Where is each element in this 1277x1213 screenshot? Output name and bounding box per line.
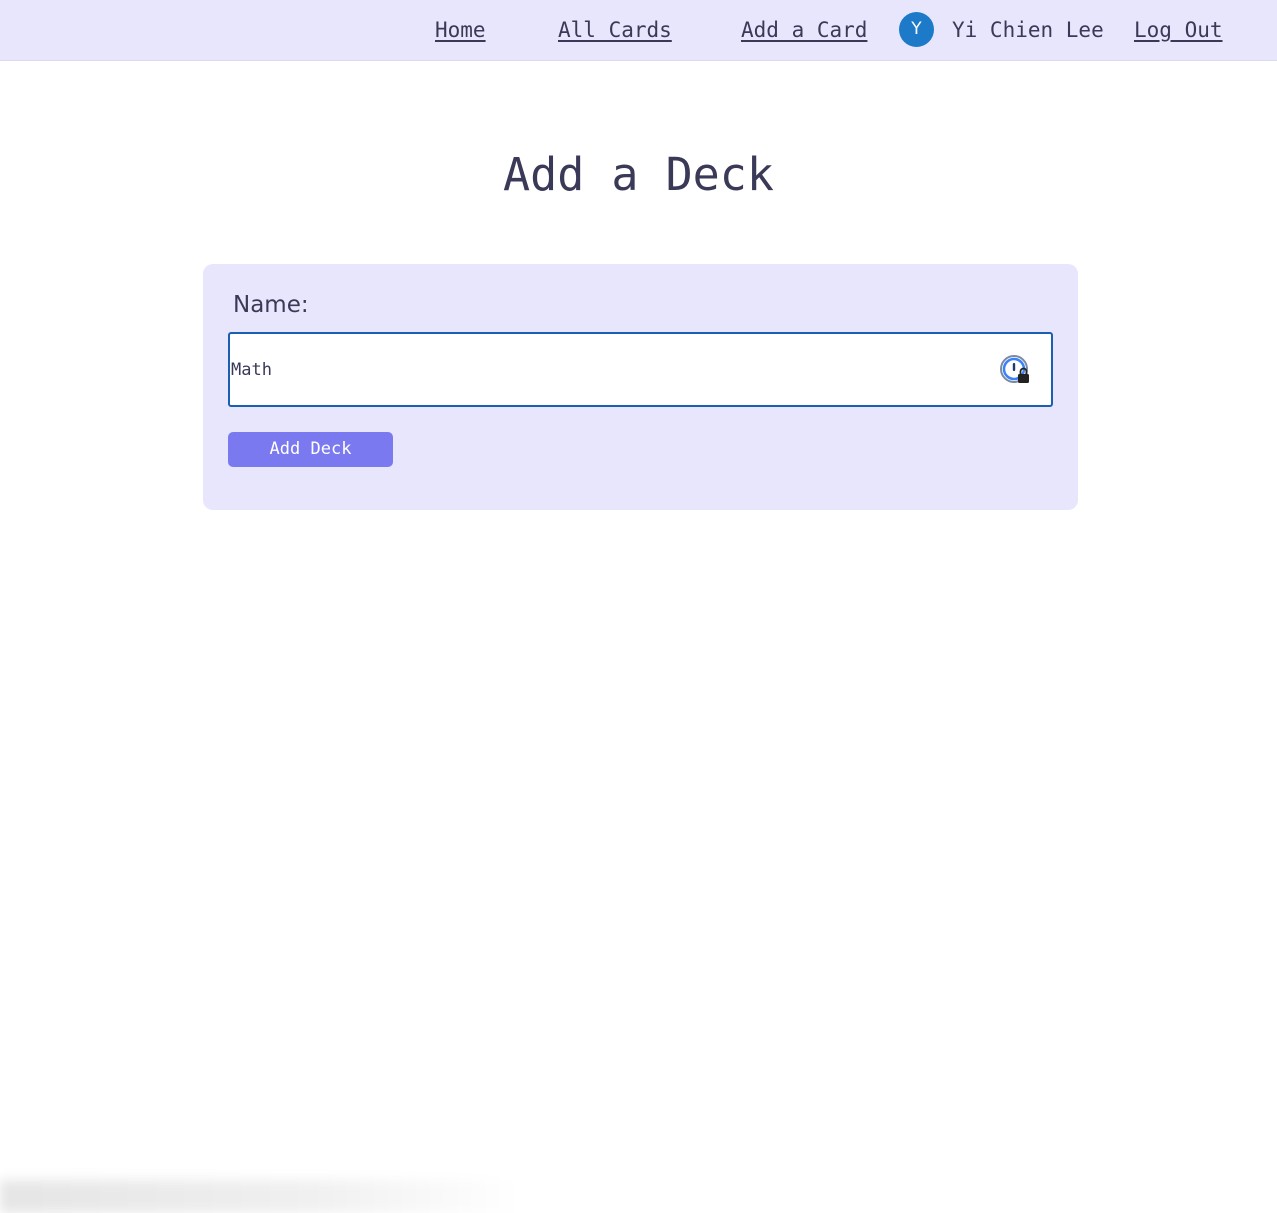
bottom-shadow: [0, 1180, 520, 1213]
add-deck-form: Name: Add Deck: [203, 264, 1078, 510]
top-navbar: Home All Cards Add a Card Y Yi Chien Lee…: [0, 0, 1277, 61]
user-name: Yi Chien Lee: [952, 18, 1104, 42]
add-deck-button[interactable]: Add Deck: [228, 432, 393, 467]
password-manager-lock-icon[interactable]: [999, 354, 1033, 388]
page-title: Add a Deck: [503, 148, 774, 201]
logout-link[interactable]: Log Out: [1134, 16, 1223, 44]
nav-link-home[interactable]: Home: [435, 16, 486, 44]
nav-link-all-cards[interactable]: All Cards: [558, 16, 672, 44]
deck-name-input[interactable]: [230, 334, 991, 405]
user-avatar: Y: [899, 12, 934, 47]
nav-link-add-card[interactable]: Add a Card: [741, 16, 867, 44]
name-field-wrapper: [228, 332, 1053, 407]
name-label: Name:: [233, 292, 309, 318]
